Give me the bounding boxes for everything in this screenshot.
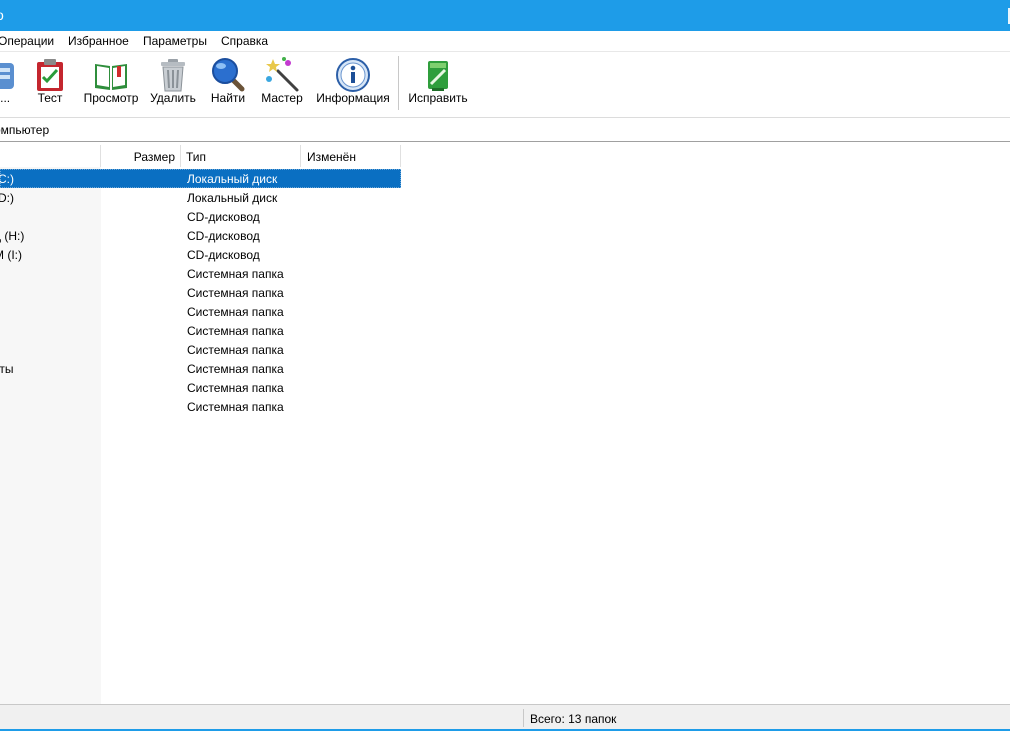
column-name[interactable] — [0, 145, 101, 167]
row-name: д (H:) — [0, 229, 25, 243]
column-modified[interactable]: Изменён — [301, 145, 401, 167]
delete-button[interactable]: Удалить — [149, 55, 197, 113]
row-type: Системная папка — [187, 305, 284, 319]
menu-options[interactable]: Параметры — [143, 34, 207, 48]
row-name: (C:) — [0, 172, 14, 186]
repair-label: Исправить — [408, 91, 468, 105]
window-title: о — [0, 7, 4, 23]
view-label: Просмотр — [83, 91, 139, 105]
wizard-button[interactable]: Мастер — [259, 55, 305, 113]
menu-favorites[interactable]: Избранное — [68, 34, 129, 48]
row-type: Локальный диск — [187, 191, 278, 205]
row-type: Локальный диск — [187, 172, 278, 186]
column-header: Размер Тип Изменён — [0, 145, 401, 167]
column-size-label: Размер — [133, 150, 175, 164]
row-type: CD-дисковод — [187, 210, 260, 224]
info-button[interactable]: Информация — [315, 55, 391, 113]
status-bar: Всего: 13 папок — [0, 704, 1010, 731]
row-type: Системная папка — [187, 343, 284, 357]
toolbar-separator — [398, 56, 399, 110]
table-row[interactable]: Системная папка — [0, 340, 401, 359]
table-row[interactable]: кты Системная папка — [0, 359, 401, 378]
table-row[interactable]: Системная папка — [0, 283, 401, 302]
column-type-label: Тип — [186, 150, 207, 164]
address-bar[interactable]: омпьютер — [0, 117, 1010, 141]
info-icon — [336, 58, 370, 92]
table-row[interactable]: M (I:) CD-дисковод — [0, 245, 401, 264]
add-button[interactable]: ь... — [0, 55, 20, 113]
add-archive-icon — [0, 63, 14, 89]
file-list: Размер Тип Изменён (C:) Локальный диск (… — [0, 145, 1010, 704]
table-row[interactable]: Системная папка — [0, 397, 401, 416]
row-name: (D:) — [0, 191, 14, 205]
table-row[interactable]: (C:) Локальный диск — [0, 169, 401, 188]
test-label: Тест — [37, 91, 63, 105]
test-clipboard-icon — [37, 59, 63, 91]
repair-button[interactable]: Исправить — [407, 55, 469, 113]
table-row[interactable]: CD-дисковод — [0, 207, 401, 226]
column-type[interactable]: Тип — [181, 145, 301, 167]
trash-icon — [161, 59, 185, 92]
row-name: M (I:) — [0, 248, 22, 262]
row-name: кты — [0, 362, 14, 376]
delete-label: Удалить — [150, 91, 196, 105]
menu-operations[interactable]: Операции — [0, 34, 54, 48]
table-row[interactable]: д (H:) CD-дисковод — [0, 226, 401, 245]
row-type: Системная папка — [187, 267, 284, 281]
column-size[interactable]: Размер — [101, 145, 181, 167]
table-row[interactable]: (D:) Локальный диск — [0, 188, 401, 207]
test-button[interactable]: Тест — [30, 55, 70, 113]
magic-wand-icon — [266, 57, 299, 92]
magnifier-icon — [212, 58, 245, 92]
status-divider — [523, 709, 524, 727]
title-bar: о — [0, 0, 1010, 31]
row-type: CD-дисковод — [187, 248, 260, 262]
find-label: Найти — [210, 91, 246, 105]
row-type: CD-дисковод — [187, 229, 260, 243]
book-icon — [95, 64, 127, 90]
column-modified-label: Изменён — [307, 150, 356, 164]
view-button[interactable]: Просмотр — [82, 55, 140, 113]
wizard-label: Мастер — [261, 91, 303, 105]
row-type: Системная папка — [187, 324, 284, 338]
add-label: ь... — [0, 91, 11, 105]
status-total: Всего: 13 папок — [530, 712, 617, 726]
table-row[interactable]: Системная папка — [0, 321, 401, 340]
find-button[interactable]: Найти — [207, 55, 249, 113]
row-type: Системная папка — [187, 400, 284, 414]
row-type: Системная папка — [187, 286, 284, 300]
toolbar: ь... Тест Просмотр Удалить — [0, 52, 1010, 115]
table-row[interactable]: Системная папка — [0, 264, 401, 283]
menu-help[interactable]: Справка — [221, 34, 268, 48]
table-row[interactable]: Системная папка — [0, 302, 401, 321]
table-row[interactable]: Системная папка — [0, 378, 401, 397]
menu-bar: Операции Избранное Параметры Справка — [0, 31, 1010, 52]
row-type: Системная папка — [187, 381, 284, 395]
row-type: Системная папка — [187, 362, 284, 376]
info-label: Информация — [316, 91, 390, 105]
address-path: омпьютер — [0, 123, 50, 137]
repair-icon — [428, 61, 448, 91]
